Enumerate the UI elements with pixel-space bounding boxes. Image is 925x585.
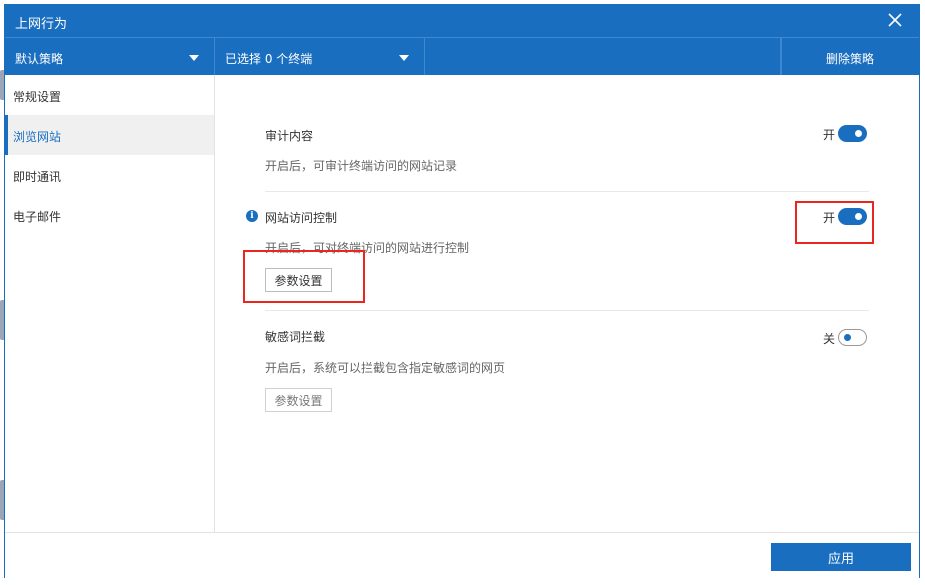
chevron-down-icon	[399, 55, 409, 61]
audit-content-description: 开启后，可审计终端访问的网站记录	[265, 159, 458, 173]
terminal-dropdown[interactable]: 已选择 0 个终端	[215, 38, 425, 76]
web-access-control-title: 网站访问控制	[265, 211, 338, 225]
web-behavior-dialog: 上网行为 默认策略 已选择 0 个终端 删除策略 常规设置 浏览网站 即时通讯 …	[4, 4, 920, 578]
highlight-box-params	[243, 250, 365, 303]
policy-toolbar: 默认策略 已选择 0 个终端 删除策略	[5, 37, 921, 76]
terminal-dropdown-label: 已选择 0 个终端	[225, 52, 313, 66]
sidebar-item-general[interactable]: 常规设置	[5, 75, 214, 115]
toggle-knob	[844, 334, 851, 341]
sensitive-word-toggle[interactable]: 关	[823, 329, 883, 347]
settings-content: 审计内容 开 开启后，可审计终端访问的网站记录 i 网站访问控制 开 开启后，可…	[215, 75, 919, 532]
highlight-box-toggle	[795, 201, 874, 244]
sidebar-item-label: 浏览网站	[13, 130, 62, 144]
apply-button[interactable]: 应用	[771, 543, 911, 571]
audit-content-title: 审计内容	[265, 129, 314, 143]
policy-dropdown-label: 默认策略	[15, 52, 64, 66]
sidebar-item-instant-messaging[interactable]: 即时通讯	[5, 155, 214, 195]
delete-policy-label: 删除策略	[826, 52, 875, 66]
divider	[265, 191, 869, 192]
sidebar-item-label: 电子邮件	[13, 210, 62, 224]
dialog-footer: 应用	[5, 532, 919, 578]
toggle-switch[interactable]	[838, 125, 867, 142]
sensitive-word-title: 敏感词拦截	[265, 330, 326, 344]
toolbar-spacer	[425, 38, 781, 76]
sidebar-item-label: 常规设置	[13, 90, 62, 104]
sidebar-item-browse-web[interactable]: 浏览网站	[5, 115, 214, 155]
delete-policy-button[interactable]: 删除策略	[781, 38, 921, 76]
sensitive-word-description: 开启后，系统可以拦截包含指定敏感词的网页	[265, 361, 506, 375]
sidebar: 常规设置 浏览网站 即时通讯 电子邮件	[5, 75, 215, 532]
chevron-down-icon	[189, 55, 199, 61]
sidebar-item-label: 即时通讯	[13, 170, 62, 184]
title-bar: 上网行为	[5, 5, 919, 37]
audit-content-toggle[interactable]: 开	[823, 125, 883, 143]
policy-dropdown[interactable]: 默认策略	[5, 38, 215, 76]
close-icon[interactable]	[885, 10, 905, 30]
dialog-title: 上网行为	[15, 17, 68, 32]
toggle-state-label: 关	[823, 332, 836, 346]
toggle-switch[interactable]	[838, 329, 867, 346]
sidebar-item-email[interactable]: 电子邮件	[5, 195, 214, 235]
toggle-knob	[855, 130, 862, 137]
info-icon[interactable]: i	[246, 210, 258, 222]
toggle-state-label: 开	[823, 128, 836, 142]
divider	[265, 310, 869, 311]
sensitive-word-params-button[interactable]: 参数设置	[265, 388, 332, 412]
